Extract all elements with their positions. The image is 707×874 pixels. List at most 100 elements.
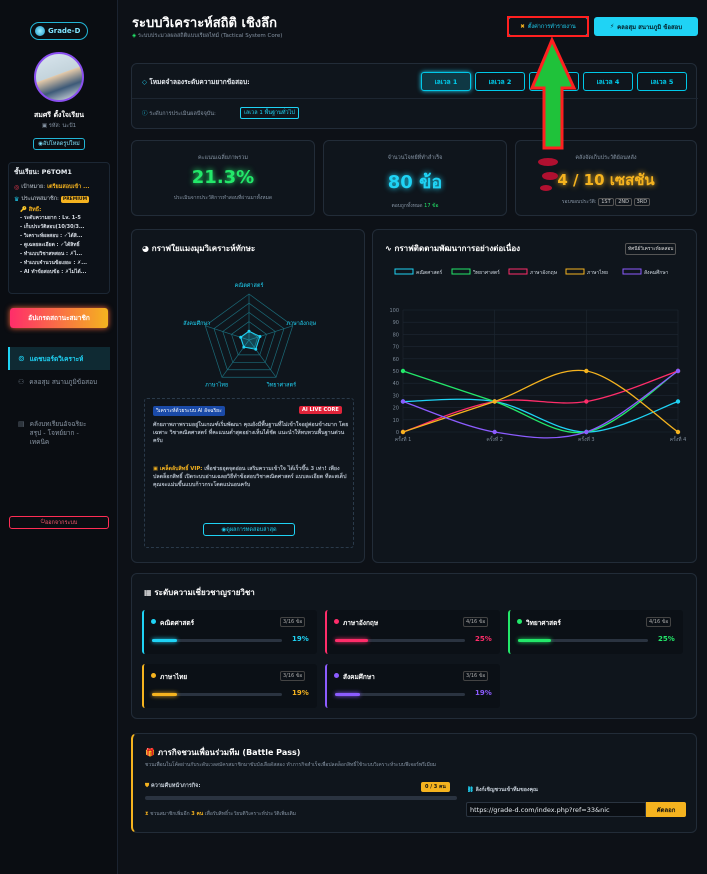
subject-count: 4/16 ข้อ	[646, 617, 672, 627]
series-point[interactable]	[400, 399, 406, 404]
subject-fill	[335, 639, 368, 642]
radar-axis-label: วิทยาศาสตร์	[266, 381, 296, 388]
vip-tip: ▣ เคล็ดลับสิทธิ์ VIP: เพื่อช่วยอุดจุดอ่อ…	[153, 466, 347, 488]
change-avatar-button[interactable]: ◉ อัปโหลดรูปใหม่	[33, 138, 85, 150]
legend-swatch[interactable]	[451, 268, 471, 275]
main-content: ระบบวิเคราะห์สถิติ เชิงลึก ◈ ระบบประมวลผ…	[118, 0, 707, 874]
subject-mastery-card: ▦ ระดับความเชี่ยวชาญรายวิชา คณิตศาสตร์ 3…	[131, 573, 697, 719]
level-selector-title: ◇ โหมดจำลองระดับความยากข้อสอบ:	[142, 78, 250, 86]
logo[interactable]: Grade-D	[30, 22, 88, 40]
legend-swatch[interactable]	[565, 268, 585, 275]
member-panel: ชั้นเรียน: P6TOM1 ◎ เป้าหมาย: เตรียมสอบเ…	[8, 162, 110, 294]
legend-swatch[interactable]	[508, 268, 528, 275]
view-latest-button[interactable]: ◉ ดูผลการทดสอบล่าสุด	[203, 523, 295, 536]
stat-card-solved: จำนวนโจทย์ที่ทำสำเร็จ 80 ข้อ ตอบถูกทั้งห…	[323, 140, 507, 216]
legend-label[interactable]: วิทยาศาสตร์	[473, 269, 500, 276]
controller-icon: ⚇	[18, 378, 25, 386]
trend-badge[interactable]: ทัศนีย์วิเคราะห์ผลสอบ	[625, 243, 677, 255]
ai-text: ศักยภาพภาพรวมอยู่ในเกณฑ์เริ่มพัฒนา คุณยั…	[153, 422, 349, 444]
series-point[interactable]	[492, 399, 497, 404]
copy-link-button[interactable]: คัดลอก	[646, 802, 686, 817]
y-tick-label: 70	[393, 345, 399, 351]
stat-sub: ตอบถูกทั้งหมด 17 ข้อ	[391, 203, 439, 209]
legend-label[interactable]: ภาษาอังกฤษ	[530, 270, 558, 276]
logout-button[interactable]: ⏻ ออกจากระบบ	[9, 516, 109, 529]
ai-live-badge: AI LIVE CORE	[299, 406, 342, 414]
perk-item: - ทำแบบวิชาสหสอน : ✗ไ...	[20, 251, 83, 257]
nav-item-arena[interactable]: ⚇ คลอสุม สนามภูมิข้อสอบ	[8, 378, 110, 408]
avatar[interactable]	[34, 52, 84, 102]
legend-swatch[interactable]	[394, 268, 414, 275]
progress-label: ⛊ ความคืบหน้าภารกิจ:	[145, 783, 201, 789]
subject-card: วิทยาศาสตร์ 4/16 ข้อ 25%	[508, 610, 683, 654]
logo-icon	[35, 26, 45, 36]
progress-badge: 0 / 3 คน	[421, 782, 450, 792]
nav-item-library[interactable]: ▤ คลังบทเรียนอัจฉริยะ สรุป - โจทย์ยาก - …	[8, 420, 110, 460]
history-chip[interactable]: 3RD	[633, 198, 651, 206]
subject-name: สังคมศึกษา	[343, 673, 375, 681]
key-icon: 🔑	[20, 207, 27, 213]
perk-item: - ทำแบบจำนวนข้อเยอะ : ✗...	[20, 260, 87, 266]
series-point[interactable]	[584, 399, 589, 404]
history-chip[interactable]: 1ST	[598, 198, 614, 206]
series-point[interactable]	[675, 399, 681, 404]
vip-icon: ▣	[153, 466, 160, 472]
legend-label[interactable]: ภาษาไทย	[587, 269, 608, 276]
battle-progress: ⛊ ความคืบหน้าภารกิจ: 0 / 3 คน ⧗ ชวนสมาชิ…	[145, 782, 457, 822]
subject-count: 3/16 ข้อ	[280, 671, 306, 681]
subject-percent: 19%	[475, 689, 492, 697]
series-point[interactable]	[492, 429, 497, 435]
progress-track	[145, 796, 457, 800]
series-point[interactable]	[675, 429, 681, 435]
subject-fill	[518, 639, 551, 642]
nav-item-dashboard[interactable]: ⊚ แดชบอร์ดวิเคราะห์	[8, 347, 110, 370]
series-point[interactable]	[675, 368, 681, 374]
class-label: ชั้นเรียน: P6TOM1	[14, 168, 72, 176]
level-3-button[interactable]: เลเวล 3	[529, 72, 579, 91]
arena-button[interactable]: ⚡ คลอสุม สนามภูมิ ข้อสอบ	[594, 17, 698, 36]
y-tick-label: 100	[389, 308, 399, 314]
upgrade-button[interactable]: อัปเกรดสถานะสมาชิก	[10, 308, 108, 328]
perks-title: 🔑 สิทธิ์:	[20, 207, 42, 213]
line-chart: คณิตศาสตร์ วิทยาศาสตร์ ภาษาอังกฤษ ภาษาไทย สั…	[389, 268, 687, 443]
series-point[interactable]	[400, 368, 406, 374]
stat-sub: ประเมินจากประวัติการทำสอบที่ผ่านมาทั้งหม…	[173, 195, 273, 201]
y-tick-label: 50	[393, 369, 399, 375]
subject-track	[335, 639, 465, 642]
stat-value: 4 / 10 เซสชัน	[557, 171, 655, 189]
x-tick-label: ครั้งที่ 3	[578, 434, 595, 443]
x-tick-label: ครั้งที่ 4	[670, 434, 687, 443]
series-point[interactable]	[584, 368, 589, 374]
legend-swatch[interactable]	[622, 268, 642, 275]
level-2-button[interactable]: เลเวล 2	[475, 72, 525, 91]
legend-label[interactable]: สังคมศึกษา	[644, 269, 669, 276]
subject-count: 3/16 ข้อ	[463, 671, 489, 681]
series-point[interactable]	[584, 429, 589, 435]
perk-item: - ระดับความยาก : Lv. 1-5	[20, 215, 81, 221]
stat-label: จำนวนโจทย์ที่ทำสำเร็จ	[387, 155, 443, 161]
legend-label[interactable]: คณิตศาสตร์	[416, 269, 443, 276]
subject-name: คณิตศาสตร์	[160, 619, 195, 627]
subject-track	[335, 693, 465, 696]
radar-card: ◕ กราฟใยแมงมุมวิเคราะห์ทักษะ คณิตศาสตร์ภ…	[131, 229, 365, 563]
radar-axis-label: ภาษาไทย	[205, 381, 228, 388]
subject-name: ภาษาไทย	[160, 673, 188, 681]
current-level-badge: เลเวล 1 พื้นฐานทั่วไป	[240, 107, 299, 119]
logo-text: Grade-D	[48, 27, 81, 35]
series-point[interactable]	[400, 429, 406, 435]
gift-icon: 🎁	[145, 748, 158, 757]
page-title: ระบบวิเคราะห์สถิติ เชิงลึก	[132, 16, 277, 31]
history-chip[interactable]: 2ND	[615, 198, 633, 206]
crown-icon: ♛	[14, 195, 20, 203]
subject-track	[152, 639, 282, 642]
invite-link-label: ⛓ ลิงก์เชิญชวนเข้าทีมของคุณ	[467, 787, 538, 793]
subject-percent: 19%	[292, 689, 309, 697]
subject-fill	[152, 693, 177, 696]
level-4-button[interactable]: เลเวล 4	[583, 72, 633, 91]
manage-report-button[interactable]: ✖ ตั้งค่าการทำรายงาน	[508, 17, 588, 36]
level-5-button[interactable]: เลเวล 5	[637, 72, 687, 91]
invite-link-input[interactable]	[466, 802, 646, 817]
stat-label: คะแนนเฉลี่ยภาพรวม	[198, 155, 248, 161]
level-1-button[interactable]: เลเวล 1	[421, 72, 471, 91]
subject-card: ภาษาอังกฤษ 4/16 ข้อ 25%	[325, 610, 500, 654]
